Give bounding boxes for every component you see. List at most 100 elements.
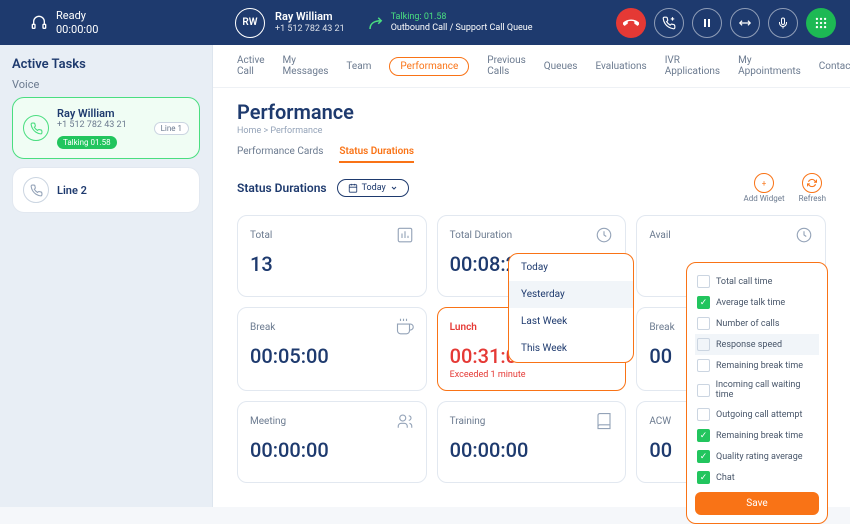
widget-option[interactable]: Response speed: [695, 334, 819, 355]
topbar: Ready 00:00:00 RW Ray William +1 512 782…: [0, 0, 850, 45]
card-icon: [396, 318, 414, 336]
widget-option[interactable]: Number of calls: [695, 313, 819, 334]
checkbox-icon: [697, 338, 710, 351]
dropdown-yesterday[interactable]: Yesterday: [509, 281, 633, 308]
phone-icon: [23, 177, 49, 203]
phone-icon: [23, 115, 49, 141]
subtab-performance-cards[interactable]: Performance Cards: [237, 146, 323, 163]
card-value: 13: [250, 252, 414, 276]
dropdown-this-week[interactable]: This Week: [509, 335, 633, 362]
sidebar-subtitle: Voice: [12, 78, 200, 91]
tab-team[interactable]: Team: [346, 61, 371, 72]
widget-option[interactable]: Outgoing call attempt: [695, 404, 819, 425]
line1-phone: +1 512 782 43 21: [57, 120, 146, 130]
call-forward-icon: [367, 14, 385, 32]
widget-option[interactable]: Total call time: [695, 271, 819, 292]
date-filter-button[interactable]: Today: [337, 179, 409, 197]
card-label: ACW: [649, 416, 671, 427]
sidebar-line-2[interactable]: Line 2: [12, 167, 200, 213]
widget-option[interactable]: ✓ Chat: [695, 467, 819, 488]
call-context: Outbound Call / Support Call Queue: [391, 23, 533, 34]
sidebar-line-1[interactable]: Ray William +1 512 782 43 21 Talking 01.…: [12, 97, 200, 159]
card-value: 00:05:00: [250, 344, 414, 368]
line1-name: Ray William: [57, 107, 146, 120]
stat-card: Break 00:05:00: [237, 307, 427, 391]
talking-label: Talking: 01.58: [391, 12, 533, 23]
sidebar-title: Active Tasks: [12, 57, 200, 72]
widget-option-label: Remaining break time: [716, 361, 803, 371]
tabs: Active Call My Messages Team Performance…: [213, 45, 850, 88]
refresh-icon: [802, 173, 822, 193]
tab-contact[interactable]: Contact: [819, 61, 850, 72]
filter-title: Status Durations: [237, 181, 327, 195]
save-button[interactable]: Save: [695, 492, 819, 515]
tab-active-call[interactable]: Active Call: [237, 55, 265, 77]
tab-my-messages[interactable]: My Messages: [283, 55, 329, 77]
checkbox-icon: ✓: [697, 450, 710, 463]
checkbox-icon: [697, 359, 710, 372]
stat-card: Total 13: [237, 215, 427, 297]
hangup-button[interactable]: [616, 8, 646, 38]
tab-performance[interactable]: Performance: [389, 57, 469, 76]
chevron-down-icon: [390, 184, 398, 192]
widget-option-label: Quality rating average: [716, 452, 803, 462]
checkbox-icon: [697, 408, 710, 421]
dropdown-last-week[interactable]: Last Week: [509, 308, 633, 335]
add-widget-button[interactable]: + Add Widget: [743, 173, 784, 203]
card-label: Total Duration: [450, 230, 512, 241]
sidebar: Active Tasks Voice Ray William +1 512 78…: [0, 45, 213, 507]
card-icon: [595, 226, 613, 244]
widget-panel: Total call time ✓ Average talk time Number …: [686, 262, 828, 524]
transfer-button[interactable]: [730, 8, 760, 38]
dropdown-today[interactable]: Today: [509, 254, 633, 281]
widget-option-label: Number of calls: [716, 319, 780, 329]
dialpad-button[interactable]: [806, 8, 836, 38]
pause-button[interactable]: [692, 8, 722, 38]
widget-option[interactable]: ✓ Quality rating average: [695, 446, 819, 467]
widget-option[interactable]: Remaining break time: [695, 355, 819, 376]
checkbox-icon: ✓: [697, 429, 710, 442]
tab-ivr[interactable]: IVR Applications: [665, 55, 720, 77]
card-label: Meeting: [250, 416, 286, 427]
card-icon: [795, 226, 813, 244]
card-label: Total: [250, 230, 272, 241]
widget-option[interactable]: Incoming call waiting time: [695, 376, 819, 404]
page-title: Performance: [237, 100, 826, 124]
checkbox-icon: ✓: [697, 471, 710, 484]
checkbox-icon: ✓: [697, 296, 710, 309]
ready-time: 00:00:00: [56, 23, 98, 36]
caller-name: Ray William: [275, 10, 345, 24]
card-warning: Exceeded 1 minute: [450, 370, 614, 380]
ready-label: Ready: [56, 9, 98, 22]
tab-previous-calls[interactable]: Previous Calls: [487, 55, 526, 77]
main: Active Call My Messages Team Performance…: [213, 45, 850, 507]
avatar: RW: [235, 8, 265, 38]
card-value: 00:00:00: [450, 438, 614, 462]
subtab-status-durations[interactable]: Status Durations: [339, 146, 414, 163]
card-label: Break: [649, 322, 674, 333]
widget-option-label: Response speed: [716, 340, 782, 350]
card-icon: [396, 226, 414, 244]
checkbox-icon: [697, 275, 710, 288]
tab-queues[interactable]: Queues: [544, 61, 578, 72]
widget-option-label: Outgoing call attempt: [716, 410, 802, 420]
add-call-button[interactable]: [654, 8, 684, 38]
mute-button[interactable]: [768, 8, 798, 38]
widget-option[interactable]: ✓ Average talk time: [695, 292, 819, 313]
widget-option-label: Average talk time: [716, 298, 785, 308]
refresh-button[interactable]: Refresh: [799, 173, 826, 203]
breadcrumb: Home > Performance: [237, 126, 826, 136]
widget-option[interactable]: ✓Remaining break time: [695, 425, 819, 446]
widget-option-label: Chat: [716, 473, 735, 483]
line2-label: Line 2: [57, 184, 189, 197]
card-icon: [396, 412, 414, 430]
card-icon: [595, 412, 613, 430]
line1-badge: Line 1: [154, 122, 189, 135]
date-dropdown: Today Yesterday Last Week This Week: [508, 253, 634, 363]
tab-appointments[interactable]: My Appointments: [738, 55, 801, 77]
checkbox-icon: [697, 317, 710, 330]
card-label: Break: [250, 322, 275, 333]
tab-evaluations[interactable]: Evaluations: [595, 61, 646, 72]
widget-option-label: Total call time: [716, 277, 772, 287]
ready-status[interactable]: Ready 00:00:00: [0, 9, 213, 35]
